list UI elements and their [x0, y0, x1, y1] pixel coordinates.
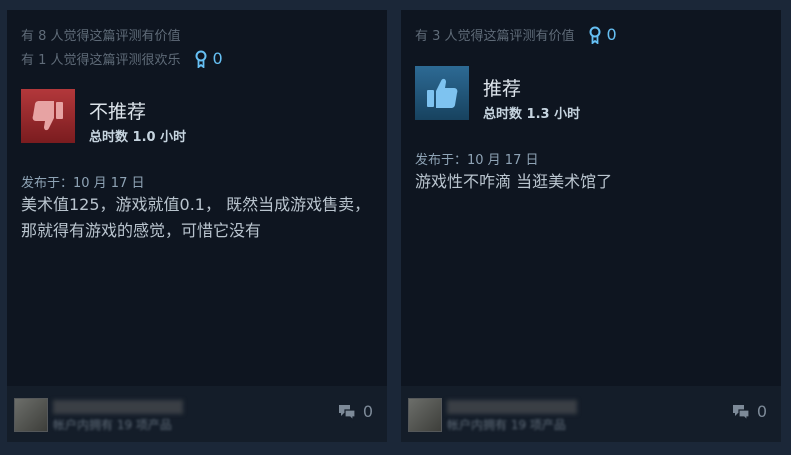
- funny-text: 有 1 人觉得这篇评测很欢乐: [21, 53, 181, 68]
- avatar[interactable]: [14, 398, 48, 432]
- award-button[interactable]: 0: [589, 25, 617, 44]
- thumbs-up-icon[interactable]: [415, 66, 469, 120]
- review-footer: 帐户内拥有 19 项产品 0: [7, 386, 387, 442]
- award-count: 0: [212, 49, 223, 68]
- review-card-negative: 有 8 人觉得这篇评测有价值 有 1 人觉得这篇评测很欢乐 0 不推荐 总时数 …: [7, 10, 387, 442]
- award-icon: [589, 26, 601, 44]
- review-card-positive: 有 3 人觉得这篇评测有价值 0 推荐 总时数 1.3 小时 发布于：10 月 …: [401, 10, 781, 442]
- author-product-count: 帐户内拥有 19 项产品: [447, 418, 566, 432]
- playtime-hours: 总时数 1.0 小时: [89, 130, 187, 145]
- thumbs-down-icon[interactable]: [21, 89, 75, 143]
- verdict-title: 不推荐: [89, 101, 147, 123]
- award-button[interactable]: 0: [195, 49, 223, 68]
- review-footer: 帐户内拥有 19 项产品 0: [401, 386, 781, 442]
- author-product-count: 帐户内拥有 19 项产品: [53, 418, 172, 432]
- verdict-title: 推荐: [483, 78, 522, 100]
- comment-icon: [338, 404, 356, 421]
- playtime-hours: 总时数 1.3 小时: [483, 107, 581, 122]
- funny-count: 有 1 人觉得这篇评测很欢乐 0: [21, 49, 223, 68]
- helpful-count: 有 8 人觉得这篇评测有价值: [21, 25, 181, 44]
- comment-count: 0: [756, 402, 767, 421]
- comment-count: 0: [362, 402, 373, 421]
- posted-date: 发布于：10 月 17 日: [21, 176, 145, 191]
- posted-date: 发布于：10 月 17 日: [415, 153, 539, 168]
- comment-icon: [732, 404, 750, 421]
- author-name-redacted[interactable]: [447, 400, 577, 414]
- helpful-text: 有 3 人觉得这篇评测有价值: [415, 29, 575, 44]
- thumbs-down-glyph: [32, 101, 63, 131]
- author-name-redacted[interactable]: [53, 400, 183, 414]
- thumbs-up-glyph: [427, 78, 458, 108]
- helpful-count: 有 3 人觉得这篇评测有价值 0: [415, 25, 617, 44]
- review-body: 游戏性不咋滴 当逛美术馆了: [415, 172, 613, 191]
- comments-button[interactable]: 0: [731, 402, 767, 421]
- review-body: 美术值125，游戏就值0.1， 既然当成游戏售卖，那就得有游戏的感觉，可惜它没有: [21, 195, 371, 240]
- award-count: 0: [606, 25, 617, 44]
- helpful-text: 有 8 人觉得这篇评测有价值: [21, 29, 181, 44]
- comments-button[interactable]: 0: [337, 402, 373, 421]
- avatar[interactable]: [408, 398, 442, 432]
- award-icon: [195, 50, 207, 68]
